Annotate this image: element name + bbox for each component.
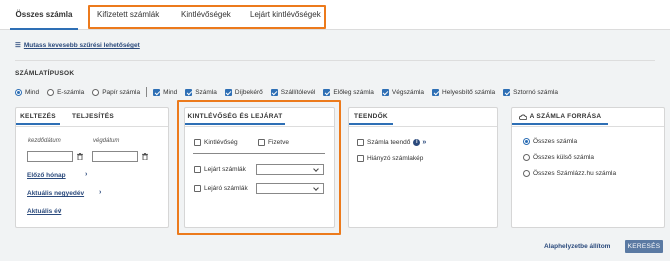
radio-button[interactable]	[523, 154, 530, 161]
radio-label: Papír számla	[102, 88, 141, 96]
checkbox-missing-invoice-image[interactable]: Hiányzó számlakép	[357, 155, 423, 162]
checkbox-all[interactable]: Mind	[153, 88, 178, 96]
chevron-right-icon: ›	[99, 189, 102, 196]
checkbox-invoice[interactable]: Számla	[185, 88, 217, 96]
from-date-input[interactable]	[27, 151, 73, 162]
radio-button[interactable]	[523, 138, 530, 145]
checkbox-invoice-task[interactable]: Számla teendő i»	[357, 139, 426, 146]
current-quarter-link[interactable]: Aktuális negyedév	[27, 190, 84, 197]
trash-icon[interactable]	[77, 153, 83, 160]
checkbox[interactable]	[270, 88, 278, 96]
checkbox-correction-invoice[interactable]: Helyesbítő számla	[432, 88, 496, 96]
tab-issue-date[interactable]: KELTEZÉS	[16, 108, 60, 125]
checkbox[interactable]	[153, 88, 161, 96]
date-card: KELTEZÉS TELJESÍTÉS kezdődátum végdátum …	[15, 107, 169, 228]
radio-all-invoices[interactable]: Összes számla	[523, 138, 577, 145]
checkbox-label: Helyesbítő számla	[442, 88, 496, 96]
todo-card: TEENDŐK Számla teendő i» Hiányzó számlaké…	[348, 107, 498, 228]
checkbox-label: Sztornó számla	[513, 88, 558, 96]
checkbox-label: Számla	[195, 88, 217, 96]
checkbox-label: Végszámla	[391, 88, 425, 96]
source-card: A SZÁMLA FORRÁSA Összes számla Összes kü…	[511, 107, 665, 228]
to-date-input[interactable]	[92, 151, 138, 162]
checkbox-label: Díjbekérő	[234, 88, 263, 96]
radio-button[interactable]	[15, 88, 22, 96]
radio-paper-invoice[interactable]: Papír számla	[92, 88, 141, 96]
double-arrow-icon[interactable]: »	[422, 139, 426, 146]
checkbox-label: Szállítólevél	[280, 88, 316, 96]
radio-label: Mind	[25, 88, 40, 96]
source-card-title: A SZÁMLA FORRÁSA	[529, 113, 602, 120]
from-date-label: kezdődátum	[28, 138, 61, 144]
invoice-types-title: SZÁMLATÍPUSOK	[15, 70, 75, 77]
tab-fulfillment-date[interactable]: TELJESÍTÉS	[68, 108, 118, 125]
chevron-right-icon: ›	[85, 171, 88, 178]
filter-panel: ☰ Mutass kevesebb szűrési lehetőséget SZÁ…	[0, 30, 670, 261]
checkbox-proforma[interactable]: Díjbekérő	[224, 88, 263, 96]
tab-all-invoices[interactable]: Összes számla	[10, 0, 78, 30]
checkbox[interactable]	[224, 88, 232, 96]
checkbox[interactable]	[357, 155, 364, 162]
radio-szamlazz-invoices[interactable]: Összes Számlázz.hu számla	[523, 170, 616, 177]
current-year-link[interactable]: Aktuális év	[27, 208, 61, 215]
radio-label: E-számla	[57, 88, 85, 96]
radio-all[interactable]: Mind	[15, 88, 40, 96]
checkbox-storno-invoice[interactable]: Sztornó számla	[503, 88, 558, 96]
checkbox-label: Hiányzó számlakép	[367, 155, 424, 162]
checkbox[interactable]	[503, 88, 511, 96]
radio-label: Összes külső számla	[533, 154, 595, 161]
radio-button[interactable]	[47, 88, 55, 96]
checkbox[interactable]	[185, 88, 193, 96]
source-card-title-tab: A SZÁMLA FORRÁSA	[512, 108, 608, 125]
separator	[146, 87, 148, 97]
radio-label: Összes Számlázz.hu számla	[533, 170, 617, 177]
divider	[16, 126, 168, 127]
checkbox-label: Előleg számla	[333, 88, 374, 96]
checkbox-final-invoice[interactable]: Végszámla	[381, 88, 425, 96]
checkbox-label: Számla teendő	[367, 139, 411, 146]
checkbox[interactable]	[357, 139, 364, 146]
chevron-right-icon: ›	[59, 207, 62, 214]
search-button[interactable]: KERESÉS	[625, 240, 663, 253]
divider	[512, 126, 664, 127]
highlight-due-card-frame	[177, 100, 341, 235]
invoice-types-row: Mind E-számla Papír számla Mind Számla D…	[15, 86, 566, 98]
checkbox-delivery-note[interactable]: Szállítólevél	[270, 88, 316, 96]
todo-card-title: TEENDŐK	[349, 108, 393, 125]
reset-button[interactable]: Alaphelyzetbe állítom	[544, 243, 610, 250]
radio-button[interactable]	[523, 170, 530, 177]
to-date-label: végdátum	[93, 138, 120, 144]
checkbox[interactable]	[381, 88, 389, 96]
radio-button[interactable]	[92, 88, 100, 96]
cloud-icon	[518, 114, 527, 120]
checkbox-advance-invoice[interactable]: Előleg számla	[323, 88, 374, 96]
info-icon[interactable]: i	[413, 139, 421, 146]
divider	[15, 60, 655, 61]
checkbox[interactable]	[432, 88, 440, 96]
list-icon: ☰	[15, 42, 21, 49]
toggle-filters-label: Mutass kevesebb szűrési lehetőséget	[23, 42, 140, 49]
radio-e-invoice[interactable]: E-számla	[47, 88, 85, 96]
toggle-filters-link[interactable]: ☰ Mutass kevesebb szűrési lehetőséget	[15, 41, 140, 49]
highlight-tabs-frame	[88, 5, 326, 29]
divider	[349, 126, 497, 127]
trash-icon[interactable]	[142, 153, 148, 160]
radio-external-invoices[interactable]: Összes külső számla	[523, 154, 594, 161]
previous-month-link[interactable]: Előző hónap	[27, 172, 66, 179]
checkbox-label: Mind	[163, 88, 178, 96]
checkbox[interactable]	[323, 88, 331, 96]
radio-label: Összes számla	[533, 138, 578, 145]
